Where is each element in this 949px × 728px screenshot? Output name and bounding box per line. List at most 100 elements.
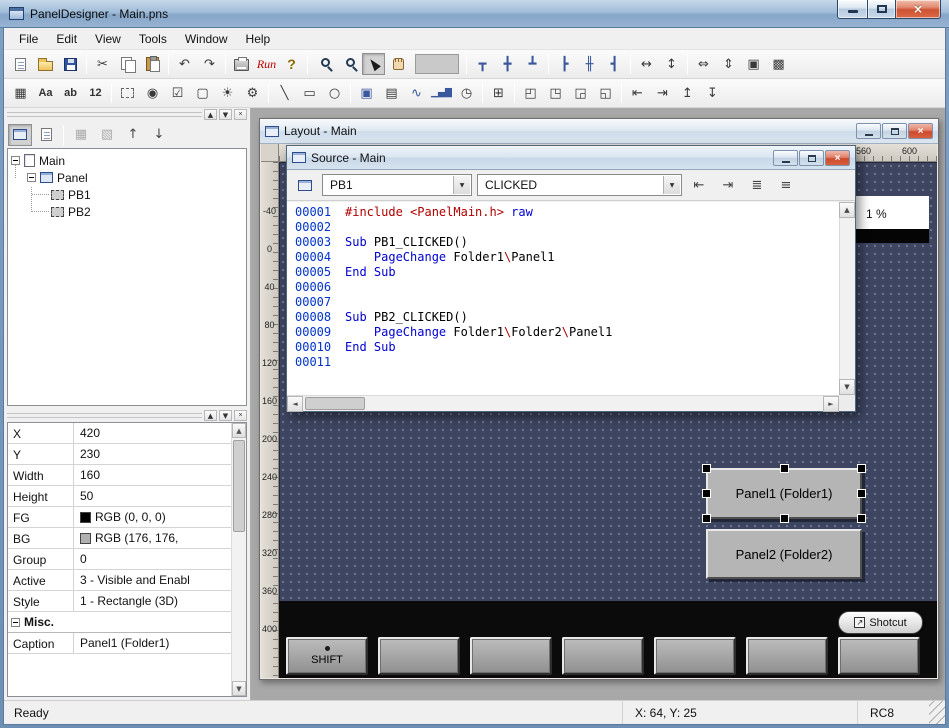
move-down-button[interactable]: ↓ xyxy=(147,124,171,146)
align-source-button[interactable]: ≡ xyxy=(774,174,798,196)
resize-grip[interactable] xyxy=(929,701,945,724)
shortcut-button[interactable]: ↗ Shotcut xyxy=(838,611,923,634)
align-right-button[interactable]: ┫ xyxy=(603,53,626,75)
scroll-right-button[interactable]: ► xyxy=(823,396,839,412)
arrange-3-button[interactable]: ◲ xyxy=(569,82,592,104)
table-tool[interactable]: ▤ xyxy=(380,82,403,104)
run-button[interactable]: Run xyxy=(255,53,278,75)
property-row-x[interactable]: X 420 xyxy=(8,423,231,444)
space-bottom-button[interactable]: ↧ xyxy=(701,82,724,104)
align-left-button[interactable]: ┣ xyxy=(553,53,576,75)
scroll-left-button[interactable]: ◄ xyxy=(287,396,303,412)
menu-help[interactable]: Help xyxy=(237,29,280,49)
bar-graph-tool[interactable]: ▁▄▇ xyxy=(430,82,453,104)
property-row-style[interactable]: Style 1 - Rectangle (3D) xyxy=(8,591,231,612)
scroll-down-button[interactable]: ▼ xyxy=(839,379,855,395)
property-category-misc[interactable]: Misc. xyxy=(8,612,231,633)
panel1-button[interactable]: Panel1 (Folder1) xyxy=(706,468,862,519)
property-value[interactable]: 230 xyxy=(74,444,231,464)
function-key-shift[interactable]: SHIFT xyxy=(286,637,368,675)
meter-tool[interactable]: ⚙ xyxy=(241,82,264,104)
scroll-down-button[interactable]: ▼ xyxy=(232,681,246,696)
code-line[interactable]: 00010End Sub xyxy=(287,340,839,355)
code-line[interactable]: 00011 xyxy=(287,355,839,370)
property-row-caption[interactable]: Caption Panel1 (Folder1) xyxy=(8,633,231,654)
code-line[interactable]: 00006 xyxy=(287,280,839,295)
text-button[interactable]: ab xyxy=(59,82,82,104)
minimize-button[interactable] xyxy=(837,0,867,19)
new-button[interactable] xyxy=(9,53,32,75)
event-list-button[interactable]: ≣ xyxy=(745,174,769,196)
function-key[interactable] xyxy=(838,637,920,675)
zoom-in-button[interactable] xyxy=(312,53,335,75)
chevron-down-icon[interactable]: ▼ xyxy=(663,176,680,194)
same-width-button[interactable]: ↔ xyxy=(635,53,658,75)
grip-handle[interactable] xyxy=(7,112,202,117)
function-key[interactable] xyxy=(746,637,828,675)
line-tool[interactable]: ╲ xyxy=(273,82,296,104)
menu-edit[interactable]: Edit xyxy=(47,29,86,49)
source-view-button[interactable] xyxy=(34,124,58,146)
copy-button[interactable] xyxy=(116,53,139,75)
code-line[interactable]: 00005End Sub xyxy=(287,265,839,280)
property-scrollbar[interactable]: ▲ ▼ xyxy=(231,423,246,696)
function-key[interactable] xyxy=(562,637,644,675)
property-value[interactable]: 0 xyxy=(74,549,231,569)
space-left-button[interactable]: ⇤ xyxy=(626,82,649,104)
property-value[interactable]: RGB (176, 176, xyxy=(74,528,231,548)
space-down-button[interactable]: ⇕ xyxy=(717,53,740,75)
text-large-button[interactable]: Aa xyxy=(34,82,57,104)
rectangle-tool[interactable]: ▭ xyxy=(298,82,321,104)
property-value[interactable]: 1 - Rectangle (3D) xyxy=(74,591,231,611)
selection-handle[interactable] xyxy=(781,515,788,522)
source-window[interactable]: Source - Main × PB1 ▼ CLICKED xyxy=(286,145,856,412)
function-key[interactable] xyxy=(470,637,552,675)
maximize-button[interactable] xyxy=(882,123,907,139)
chevron-down-icon[interactable]: ▼ xyxy=(453,176,470,194)
align-top-button[interactable]: ┳ xyxy=(471,53,494,75)
event-combo[interactable]: CLICKED ▼ xyxy=(477,174,682,196)
selection-handle[interactable] xyxy=(858,490,865,497)
vertical-scrollbar[interactable]: ▲ ▼ xyxy=(839,202,855,395)
pane-up-button[interactable]: ▲ xyxy=(204,109,217,120)
function-key[interactable] xyxy=(654,637,736,675)
collapse-icon[interactable] xyxy=(11,156,20,165)
selection-handle[interactable] xyxy=(703,490,710,497)
stack-tool[interactable]: ⊞ xyxy=(487,82,510,104)
ellipse-tool[interactable]: ○ xyxy=(323,82,346,104)
collapse-icon[interactable] xyxy=(11,618,20,627)
scrollbar-thumb[interactable] xyxy=(305,397,365,410)
panel2-button[interactable]: Panel2 (Folder2) xyxy=(706,529,862,579)
numeric-button[interactable]: 12 xyxy=(84,82,107,104)
collapse-icon[interactable] xyxy=(27,173,36,182)
property-row-fg[interactable]: FG RGB (0, 0, 0) xyxy=(8,507,231,528)
pan-tool-button[interactable] xyxy=(387,53,410,75)
minimize-button[interactable] xyxy=(773,150,798,166)
maximize-button[interactable] xyxy=(799,150,824,166)
menu-window[interactable]: Window xyxy=(176,29,237,49)
align-middle-button[interactable]: ╋ xyxy=(496,53,519,75)
property-row-height[interactable]: Height 50 xyxy=(8,486,231,507)
object-button[interactable] xyxy=(293,174,317,196)
open-button[interactable] xyxy=(34,53,57,75)
trend-graph-tool[interactable]: ∿ xyxy=(405,82,428,104)
close-button[interactable]: × xyxy=(908,123,933,139)
selection-handle[interactable] xyxy=(781,465,788,472)
print-button[interactable] xyxy=(230,53,253,75)
grid-button[interactable]: ▦ xyxy=(9,82,32,104)
code-line[interactable]: 00009 PageChange Folder1\Folder2\Panel1 xyxy=(287,325,839,340)
percent-display[interactable]: 1 % xyxy=(846,196,929,229)
selection-handle[interactable] xyxy=(858,465,865,472)
pane-close-button[interactable]: × xyxy=(234,410,247,421)
radio-button-tool[interactable]: ◉ xyxy=(141,82,164,104)
button-tool[interactable]: ▢ xyxy=(191,82,214,104)
pane-down-button[interactable]: ▼ xyxy=(219,410,232,421)
bring-to-front-button[interactable]: ▣ xyxy=(742,53,765,75)
code-line[interactable]: 00002 xyxy=(287,220,839,235)
tree-node-panel[interactable]: Panel xyxy=(8,169,246,186)
frame-button[interactable] xyxy=(116,82,139,104)
undo-button[interactable]: ↶ xyxy=(173,53,196,75)
property-row-bg[interactable]: BG RGB (176, 176, xyxy=(8,528,231,549)
code-line[interactable]: 00008Sub PB2_CLICKED() xyxy=(287,310,839,325)
pane-close-button[interactable]: × xyxy=(234,109,247,120)
